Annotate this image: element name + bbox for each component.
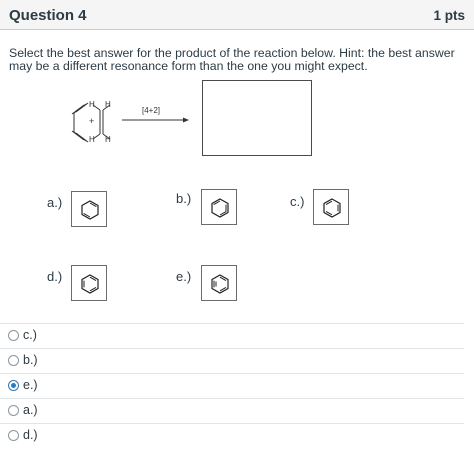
radio-button-selected[interactable] xyxy=(8,380,19,391)
answer-label: b.) xyxy=(23,353,38,367)
option-a-structure xyxy=(71,191,107,227)
option-b-structure xyxy=(201,189,237,225)
option-c-structure xyxy=(313,189,349,225)
h-label: H xyxy=(89,100,95,109)
divider xyxy=(0,398,464,399)
radio-button[interactable] xyxy=(8,405,19,416)
option-a-label: a.) xyxy=(47,195,63,210)
option-d-label: d.) xyxy=(47,269,63,284)
product-answer-box xyxy=(202,80,312,156)
ethylene-structure xyxy=(92,104,111,140)
option-e-label: e.) xyxy=(176,269,192,284)
divider xyxy=(0,323,464,324)
option-c-label: c.) xyxy=(290,194,305,209)
answer-label: a.) xyxy=(23,403,38,417)
answer-choice-a[interactable]: a.) xyxy=(8,402,308,422)
h-label: H xyxy=(105,100,111,109)
cyclohexatriene-icon xyxy=(211,274,229,294)
reaction-condition: [4+2] xyxy=(142,106,160,115)
plus-sign: + xyxy=(89,116,94,126)
answer-label: d.) xyxy=(23,428,38,442)
benzene-icon xyxy=(81,274,99,294)
option-b-label: b.) xyxy=(176,191,192,206)
h-label: H xyxy=(105,135,111,144)
divider xyxy=(0,373,464,374)
benzene-icon xyxy=(323,198,341,218)
reaction-arrow xyxy=(122,117,189,123)
option-e-structure xyxy=(201,265,237,301)
h-label: H xyxy=(89,135,95,144)
answer-choice-b[interactable]: b.) xyxy=(8,352,308,372)
cyclohexadiene-icon xyxy=(81,200,99,220)
option-d-structure xyxy=(71,265,107,301)
cyclohexadiene-allene-icon xyxy=(211,198,229,218)
answer-choice-d[interactable]: d.) xyxy=(8,427,308,447)
diyne-structure xyxy=(71,102,89,143)
radio-button[interactable] xyxy=(8,430,19,441)
divider xyxy=(0,423,464,424)
divider xyxy=(0,348,464,349)
answer-label: c.) xyxy=(23,328,37,342)
radio-button[interactable] xyxy=(8,355,19,366)
answer-choice-c[interactable]: c.) xyxy=(8,327,308,347)
answer-label: e.) xyxy=(23,378,38,392)
answer-choice-e[interactable]: e.) xyxy=(8,377,308,397)
radio-button[interactable] xyxy=(8,330,19,341)
